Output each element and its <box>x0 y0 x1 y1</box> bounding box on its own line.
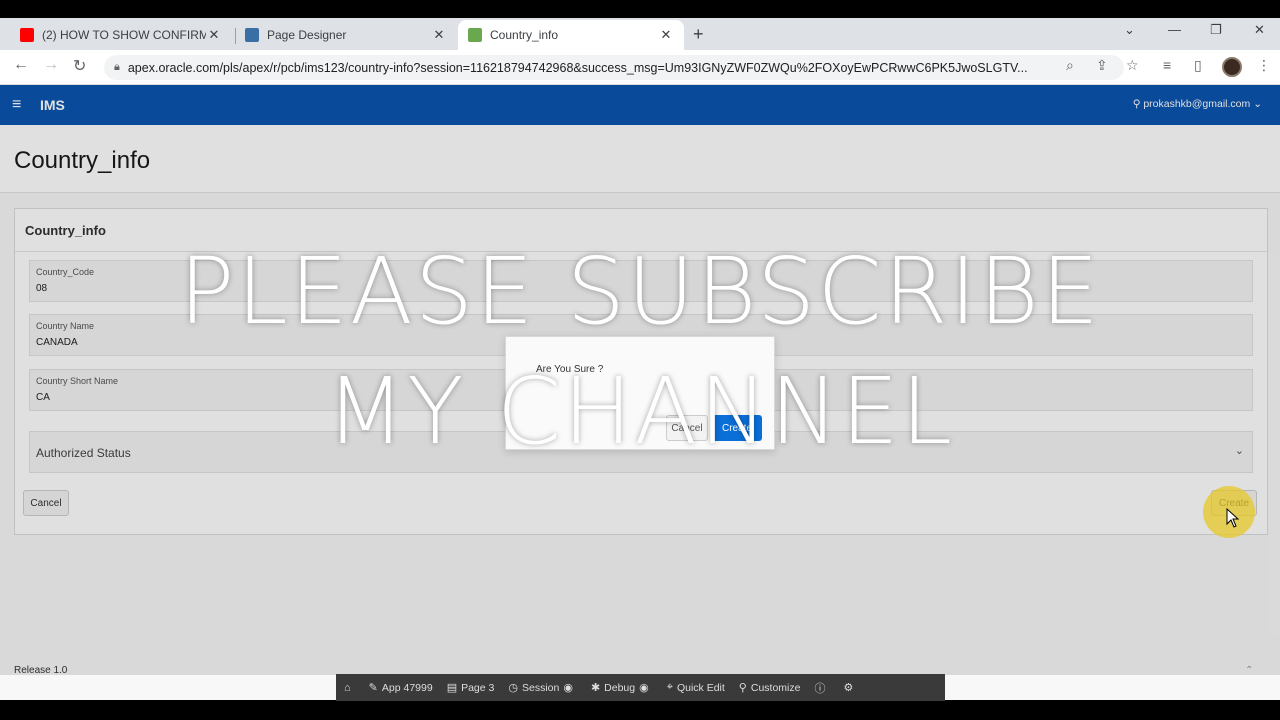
watermark-line-2: MY CHANNEL <box>325 358 955 465</box>
url-text: apex.oracle.com/pls/apex/r/pcb/ims123/co… <box>127 60 1028 75</box>
eye-icon: ◉ <box>563 682 573 694</box>
tab-title: Page Designer <box>267 28 347 42</box>
dev-customize-button[interactable]: ⚲ Customize <box>738 681 801 695</box>
forward-icon[interactable]: → <box>43 56 59 74</box>
home-icon[interactable]: ⌂ <box>344 682 355 694</box>
dev-page-label: Page 3 <box>461 681 495 694</box>
browser-toolbar: ← → ↻ 🔒︎ apex.oracle.com/pls/apex/r/pcb/… <box>0 50 1280 85</box>
side-panel-icon[interactable]: ▯ <box>1194 57 1202 74</box>
zoom-icon[interactable]: ⌕ <box>1066 57 1074 74</box>
dev-customize-label: Customize <box>750 681 801 694</box>
settings-gear-icon[interactable]: ⚙ <box>843 681 857 694</box>
reload-icon[interactable]: ↻ <box>73 56 86 76</box>
restore-icon[interactable]: ❐ <box>1210 22 1222 38</box>
page-designer-icon <box>245 28 259 42</box>
minimize-icon[interactable]: — <box>1168 22 1181 37</box>
session-icon: ◷ <box>508 682 518 694</box>
share-icon[interactable]: ⇪ <box>1096 57 1108 74</box>
dev-app-label: App 47999 <box>381 681 433 694</box>
mouse-pointer-icon <box>1226 508 1240 528</box>
menu-dots-icon[interactable]: ⋮ <box>1257 57 1271 74</box>
tab-youtube[interactable]: (2) HOW TO SHOW CONFIRM M ✕ <box>10 20 232 50</box>
tab-title: Country_info <box>490 28 559 42</box>
close-tab-icon[interactable]: ✕ <box>658 27 674 43</box>
close-window-icon[interactable]: ✕ <box>1254 22 1265 38</box>
profile-avatar[interactable] <box>1222 57 1242 77</box>
reading-list-icon[interactable]: ≡ <box>1163 57 1171 73</box>
browser-tab-bar: (2) HOW TO SHOW CONFIRM M ✕ Page Designe… <box>0 18 1280 50</box>
dev-debug-label: Debug <box>604 681 636 694</box>
page-icon: ▤ <box>446 682 458 694</box>
bug-icon: ✱ <box>590 682 601 694</box>
back-icon[interactable]: ← <box>13 56 29 74</box>
close-tab-icon[interactable]: ✕ <box>206 27 222 43</box>
address-bar[interactable]: 🔒︎ apex.oracle.com/pls/apex/r/pcb/ims123… <box>104 55 1124 80</box>
dev-page-button[interactable]: ▤ Page 3 <box>446 681 495 695</box>
dev-quick-edit-button[interactable]: ⌖ Quick Edit <box>667 681 725 694</box>
brush-icon: ⚲ <box>738 682 747 694</box>
dev-quick-edit-label: Quick Edit <box>676 681 725 694</box>
dev-session-button[interactable]: ◷ Session ◉ <box>508 681 577 695</box>
close-tab-icon[interactable]: ✕ <box>431 27 447 43</box>
tab-country-info[interactable]: Country_info ✕ <box>458 20 684 50</box>
edit-icon: ✎ <box>368 682 378 694</box>
watermark-line-1: PLEASE SUBSCRIBE <box>179 238 1101 345</box>
apex-app-icon <box>468 28 482 42</box>
quick-edit-icon: ⌖ <box>666 681 673 693</box>
tab-page-designer[interactable]: Page Designer ✕ <box>235 20 457 50</box>
dev-debug-button[interactable]: ✱ Debug ◉ <box>590 681 653 695</box>
dev-app-button[interactable]: ✎ App 47999 <box>368 681 433 695</box>
tab-title: (2) HOW TO SHOW CONFIRM M <box>42 28 206 42</box>
new-tab-icon[interactable]: + <box>693 24 704 45</box>
eye-icon: ◉ <box>639 682 649 694</box>
bookmark-star-icon[interactable]: ☆ <box>1126 57 1139 74</box>
tab-search-icon[interactable]: ⌄ <box>1124 22 1135 38</box>
youtube-icon <box>20 28 34 42</box>
lock-icon: 🔒︎ <box>114 61 120 73</box>
screen: (2) HOW TO SHOW CONFIRM M ✕ Page Designe… <box>0 0 1280 720</box>
developer-toolbar: ⌂ ✎ App 47999 ▤ Page 3 ◷ Session ◉ ✱ Debug ◉ ⌖… <box>336 674 945 701</box>
dev-session-label: Session <box>521 681 560 694</box>
info-icon[interactable]: ⓘ <box>814 680 829 696</box>
